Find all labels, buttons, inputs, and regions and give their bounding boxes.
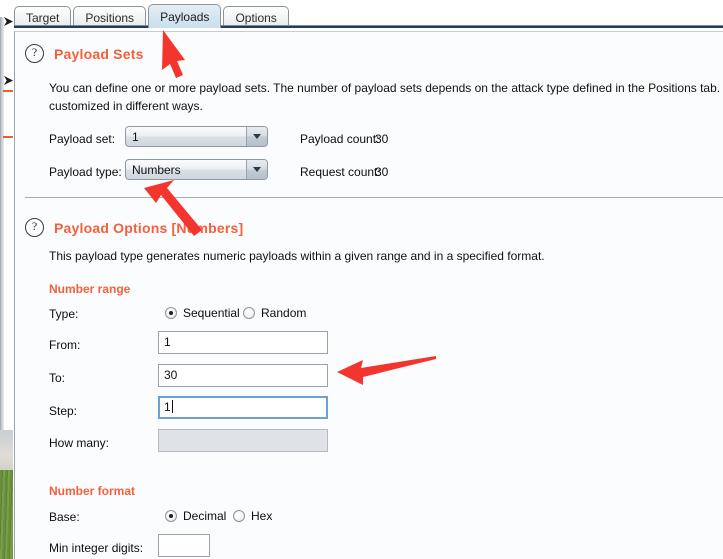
radio-hex-indicator[interactable]	[233, 510, 245, 522]
radio-decimal-indicator[interactable]	[165, 510, 177, 522]
to-label: To:	[49, 371, 66, 385]
number-range-group-title: Number range	[49, 282, 131, 296]
radio-option-decimal[interactable]: Decimal	[165, 509, 226, 523]
window-edge-marker-upper	[4, 17, 13, 26]
section-divider	[25, 197, 723, 198]
radio-option-random[interactable]: Random	[243, 306, 306, 320]
help-question-mark-icon[interactable]: ?	[25, 218, 44, 237]
payload-options-title: Payload Options [Numbers]	[54, 219, 244, 236]
payload-set-value: 1	[132, 129, 139, 144]
payload-set-label: Payload set:	[49, 132, 116, 146]
payload-sets-description-line-2: customized in different ways.	[49, 99, 203, 113]
radio-option-sequential[interactable]: Sequential	[165, 306, 240, 320]
desktop-wallpaper-grass	[0, 470, 13, 559]
number-range-type-label: Type:	[49, 307, 79, 321]
from-label: From:	[49, 338, 81, 352]
radio-decimal-label: Decimal	[183, 509, 227, 523]
base-label: Base:	[49, 510, 80, 524]
to-input[interactable]: 30	[158, 364, 328, 387]
window-edge-orange-tick-lower	[3, 136, 13, 138]
chevron-down-icon	[253, 134, 261, 139]
payload-set-dropdown-button[interactable]	[246, 127, 267, 146]
radio-random-label: Random	[261, 306, 307, 320]
window-edge-marker-lower	[4, 76, 13, 85]
chevron-down-icon	[253, 167, 261, 172]
how-many-input	[158, 429, 328, 452]
payload-sets-description-line-1: You can define one or more payload sets.…	[49, 81, 723, 95]
payload-options-header: ? Payload Options [Numbers]	[15, 218, 243, 237]
min-integer-digits-label: Min integer digits:	[49, 541, 144, 555]
radio-random-indicator[interactable]	[243, 307, 255, 319]
tab-bar-underline	[14, 26, 723, 28]
how-many-label: How many:	[49, 436, 110, 450]
text-caret	[171, 400, 173, 413]
payload-options-description: This payload type generates numeric payl…	[49, 249, 545, 263]
payload-sets-title: Payload Sets	[54, 45, 144, 62]
payload-type-dropdown-button[interactable]	[246, 160, 267, 179]
payload-type-value: Numbers	[132, 162, 181, 177]
tab-bar: Target Positions Payloads Options	[14, 0, 723, 28]
payload-count-label: Payload count:	[300, 132, 380, 146]
payload-set-combobox[interactable]: 1	[125, 126, 268, 147]
step-label: Step:	[49, 404, 78, 418]
radio-sequential-label: Sequential	[183, 306, 240, 320]
radio-option-hex[interactable]: Hex	[233, 509, 272, 523]
step-input-value: 1	[164, 400, 171, 414]
payload-type-combobox[interactable]: Numbers	[125, 159, 268, 180]
payload-type-label: Payload type:	[49, 165, 122, 179]
desktop-wallpaper-sky	[0, 430, 13, 472]
request-count-label: Request count:	[300, 165, 381, 179]
help-question-mark-icon[interactable]: ?	[25, 44, 44, 63]
window-frame-left-edge	[0, 0, 4, 430]
step-input[interactable]: 1	[158, 396, 328, 419]
radio-hex-label: Hex	[251, 509, 273, 523]
payload-count-value: 30	[375, 132, 389, 146]
tab-payloads[interactable]: Payloads	[148, 4, 222, 28]
payload-sets-header: ? Payload Sets	[15, 44, 144, 63]
radio-sequential-indicator[interactable]	[165, 307, 177, 319]
window-edge-orange-tick-upper	[3, 90, 13, 92]
from-input[interactable]: 1	[158, 331, 328, 354]
request-count-value: 30	[375, 165, 389, 179]
number-format-group-title: Number format	[49, 484, 136, 498]
min-integer-digits-input[interactable]	[158, 534, 210, 557]
payloads-panel: ? Payload Sets You can define one or mor…	[14, 31, 723, 559]
